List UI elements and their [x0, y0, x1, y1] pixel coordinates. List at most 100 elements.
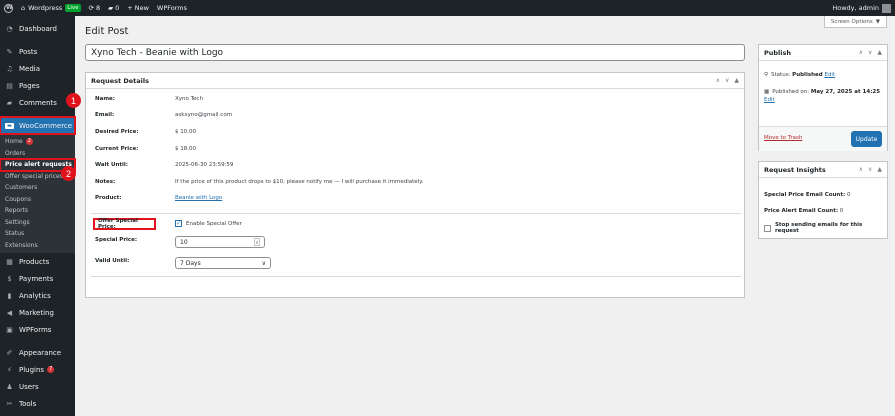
home-count-badge: 2	[25, 138, 33, 146]
detail-row-desired-price: Desired Price: $ 10.00	[95, 129, 196, 135]
detail-label: Wait Until:	[95, 162, 128, 168]
valid-until-select[interactable]: 7 Days ∨	[175, 257, 271, 269]
wpforms-menu[interactable]: WPForms	[153, 0, 191, 16]
move-up-icon[interactable]: ∧	[716, 77, 720, 84]
checkbox-checked-icon[interactable]: ✓	[175, 220, 182, 227]
move-up-icon[interactable]: ∧	[859, 166, 863, 173]
menu-media[interactable]: ♫ Media	[0, 60, 75, 77]
pin-icon: ⚲	[764, 72, 769, 78]
menu-label: Analytics	[19, 291, 51, 300]
plugins-count-badge: 7	[47, 366, 55, 373]
move-to-trash-link[interactable]: Move to Trash	[764, 135, 802, 141]
move-down-icon[interactable]: ∨	[725, 77, 729, 84]
menu-label: Appearance	[19, 348, 62, 357]
menu-dashboard[interactable]: ◔ Dashboard	[0, 20, 75, 37]
menu-label: Dashboard	[19, 24, 57, 33]
submenu-settings[interactable]: Settings	[0, 217, 75, 229]
new-content-menu[interactable]: + New	[123, 0, 153, 16]
updates-icon: ⟳	[88, 4, 94, 12]
menu-marketing[interactable]: ◀ Marketing	[0, 304, 75, 321]
update-button[interactable]: Update	[851, 131, 882, 147]
wrench-icon: ✂	[6, 399, 13, 408]
plugin-icon: ⚡	[7, 365, 12, 374]
detail-label: Name:	[95, 96, 115, 102]
box-title: Request Details	[91, 76, 149, 85]
detail-label: Email:	[95, 112, 115, 118]
updates-count: 8	[95, 4, 101, 12]
menu-products[interactable]: ▦ Products	[0, 253, 75, 270]
menu-tools[interactable]: ✂ Tools	[0, 395, 75, 412]
special-email-label: Special Price Email Count:	[764, 192, 846, 198]
enable-offer-checkbox[interactable]: ✓ Enable Special Offer	[175, 220, 242, 227]
menu-woocommerce[interactable]: ▬ WooCommerce	[0, 116, 76, 135]
new-label: New	[134, 4, 149, 12]
submenu-label: Home	[5, 138, 23, 146]
valid-until-label: Valid Until:	[95, 258, 130, 264]
menu-comments[interactable]: ▰ Comments	[0, 94, 75, 111]
calendar-icon: ▦	[764, 89, 770, 95]
detail-label: Notes:	[95, 179, 116, 185]
move-down-icon[interactable]: ∨	[868, 166, 872, 173]
request-insights-box: Request Insights ∧ ∨ ▲ Special Price Ema…	[758, 161, 888, 239]
edit-date-link[interactable]: Edit	[764, 97, 775, 103]
spinner-icon[interactable]: ⇕	[254, 238, 260, 246]
comments-menu[interactable]: ▰ 0	[104, 0, 123, 16]
menu-label: Media	[19, 64, 41, 73]
menu-analytics[interactable]: ▮ Analytics	[0, 287, 75, 304]
menu-users[interactable]: ♟ Users	[0, 378, 75, 395]
submenu-reports[interactable]: Reports	[0, 205, 75, 217]
submenu-coupons[interactable]: Coupons	[0, 194, 75, 206]
special-price-input[interactable]: 10 ⇕	[175, 236, 265, 248]
screen-options-button[interactable]: Screen Options ▼	[823, 16, 887, 28]
post-status: ⚲ Status: Published Edit	[764, 72, 835, 78]
detail-label: Desired Price:	[95, 129, 139, 135]
updates-menu[interactable]: ⟳ 8	[85, 0, 105, 16]
submenu-status[interactable]: Status	[0, 228, 75, 240]
post-title-input[interactable]	[85, 44, 745, 61]
menu-label: WooCommerce	[19, 121, 73, 130]
publish-header: Publish ∧ ∨ ▲	[759, 45, 887, 61]
special-email-count: Special Price Email Count: 0	[764, 192, 850, 198]
toggle-icon[interactable]: ▲	[877, 49, 882, 56]
menu-appearance[interactable]: ✐ Appearance	[0, 344, 75, 361]
callout-1: 1	[66, 93, 81, 108]
menu-wpforms[interactable]: ▣ WPForms	[0, 321, 75, 338]
publish-actions: Move to Trash Update	[759, 126, 887, 151]
detail-row-name: Name: Xyno Tech	[95, 96, 203, 102]
stop-emails-checkbox[interactable]: Stop sending emails for this request	[764, 222, 887, 234]
woocommerce-submenu: Home 2 Orders Price alert requests Offer …	[0, 134, 76, 253]
submenu-extensions[interactable]: Extensions	[0, 240, 75, 252]
submenu-customers[interactable]: Customers	[0, 182, 75, 194]
menu-posts[interactable]: ✎ Posts	[0, 43, 75, 60]
menu-plugins[interactable]: ⚡ Plugins 7	[0, 361, 75, 378]
brush-icon: ✐	[6, 348, 13, 357]
box-controls: ∧ ∨ ▲	[716, 77, 739, 84]
menu-label: Users	[19, 382, 39, 391]
checkbox-unchecked-icon[interactable]	[764, 224, 771, 232]
wp-logo-menu[interactable]	[0, 0, 17, 16]
box-title: Request Insights	[764, 165, 826, 174]
submenu-orders[interactable]: Orders	[0, 148, 75, 160]
menu-label: Comments	[19, 98, 57, 107]
detail-value: askxyno@gmail.com	[175, 112, 233, 118]
toggle-icon[interactable]: ▲	[877, 166, 882, 173]
toggle-icon[interactable]: ▲	[734, 77, 739, 84]
product-link[interactable]: Beanie with Logo	[175, 195, 222, 201]
menu-pages[interactable]: ▤ Pages	[0, 77, 75, 94]
alert-email-value: 0	[839, 208, 844, 214]
detail-row-email: Email: askxyno@gmail.com	[95, 112, 232, 118]
box-controls: ∧ ∨ ▲	[859, 166, 882, 173]
published-on-label: Published on:	[772, 89, 810, 95]
move-down-icon[interactable]: ∨	[868, 49, 872, 56]
menu-label: WPForms	[19, 325, 52, 334]
submenu-home[interactable]: Home 2	[0, 136, 75, 148]
menu-payments[interactable]: $ Payments	[0, 270, 75, 287]
site-name-menu[interactable]: ⌂ Wordpress Live	[17, 0, 85, 16]
my-account-menu[interactable]: Howdy, admin	[832, 3, 895, 13]
payments-icon: $	[7, 274, 12, 283]
special-price-row: Special Price:	[95, 237, 175, 243]
analytics-icon: ▮	[7, 291, 12, 300]
edit-status-link[interactable]: Edit	[824, 72, 835, 78]
move-up-icon[interactable]: ∧	[859, 49, 863, 56]
detail-row-wait-until: Wait Until: 2025-06-30 23:59:59	[95, 162, 233, 168]
